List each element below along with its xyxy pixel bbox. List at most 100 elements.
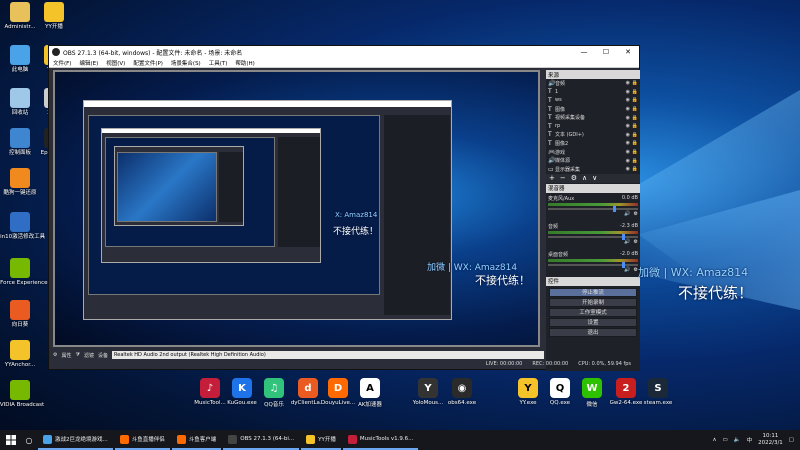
speaker-icon[interactable]: 🔊 xyxy=(624,239,630,245)
volume-slider-knob[interactable] xyxy=(621,233,625,240)
sources-list[interactable]: 🔊 音频 ◉ 🔒 T 1 ◉ 🔒 Tws ◉ 🔒 T 图像 ◉ 🔒 T 视频采集设备 ◉ 🔒 Trp ◉ 🔒 T 文本 (GD… xyxy=(546,79,640,174)
control-button[interactable]: 设置 xyxy=(549,317,637,327)
desktop-icon[interactable]: GeForce Experience xyxy=(0,258,47,286)
taskbar-item[interactable]: MusicTools v1.9.6... xyxy=(342,430,419,450)
volume-slider-knob[interactable] xyxy=(612,205,616,212)
menu-scene-collection[interactable]: 场景集合(S) xyxy=(167,59,205,67)
eye-icon[interactable]: ◉ xyxy=(626,123,630,129)
eye-icon[interactable]: ◉ xyxy=(626,140,630,146)
app-shortcut[interactable]: ◉ obs64.exe xyxy=(444,378,480,406)
volume-icon[interactable]: 🔈 xyxy=(734,437,741,443)
source-item[interactable]: T 图像2 ◉ 🔒 xyxy=(546,139,640,148)
taskbar-item[interactable]: 斗鱼直播伴侣 xyxy=(114,430,170,450)
eye-icon[interactable]: ◉ xyxy=(626,89,630,95)
source-item[interactable]: 🔊 媒体源 ◉ 🔒 xyxy=(546,156,640,165)
device-select[interactable]: Realtek HD Audio 2nd output (Realtek Hig… xyxy=(112,351,544,359)
source-item[interactable]: Tws ◉ 🔒 xyxy=(546,96,640,105)
volume-slider-knob[interactable] xyxy=(621,261,625,268)
eye-icon[interactable]: ◉ xyxy=(626,115,630,121)
chevron-up-icon[interactable]: ∧ xyxy=(712,437,716,443)
desktop-icon[interactable]: Administr... xyxy=(2,2,38,30)
lock-icon[interactable]: 🔒 xyxy=(632,132,638,138)
taskbar-item[interactable]: YY开播 xyxy=(301,430,341,450)
add-source-button[interactable]: + xyxy=(549,174,555,182)
obs-titlebar[interactable]: OBS 27.1.3 (64-bit, windows) - 配置文件: 未命名… xyxy=(49,46,639,58)
app-shortcut[interactable]: Y YoloMous... xyxy=(410,378,446,406)
search-icon[interactable]: ○ xyxy=(22,436,36,445)
volume-slider[interactable] xyxy=(548,261,638,268)
app-shortcut[interactable]: A AK加速器 xyxy=(352,378,388,408)
move-up-button[interactable]: ∧ xyxy=(582,174,587,182)
control-button[interactable]: 工作室模式 xyxy=(549,307,637,317)
eye-icon[interactable]: ◉ xyxy=(626,97,630,103)
source-item[interactable]: T 1 ◉ 🔒 xyxy=(546,88,640,97)
lock-icon[interactable]: 🔒 xyxy=(632,80,638,86)
speaker-icon[interactable]: 🔊 xyxy=(624,267,630,273)
app-shortcut[interactable]: Y YY.exe xyxy=(510,378,546,406)
menu-view[interactable]: 视图(V) xyxy=(102,59,129,67)
remove-source-button[interactable]: − xyxy=(560,174,566,182)
gear-icon[interactable]: ⚙ xyxy=(53,352,57,358)
maximize-icon[interactable]: ☐ xyxy=(595,46,617,58)
taskbar-item[interactable]: 激战2巨龙绝境游戏... xyxy=(38,430,113,450)
close-icon[interactable]: ✕ xyxy=(617,46,639,58)
source-item[interactable]: T 图像 ◉ 🔒 xyxy=(546,105,640,114)
eye-icon[interactable]: ◉ xyxy=(626,166,630,172)
app-shortcut[interactable]: ♫ QQ音乐 xyxy=(256,378,292,408)
desktop-icon[interactable]: Win10激活修改工具 xyxy=(0,212,45,240)
app-shortcut[interactable]: ♪ MusicTool... xyxy=(192,378,228,406)
gear-icon[interactable]: ⚙ xyxy=(634,239,638,245)
desktop-icon[interactable]: 向日葵 xyxy=(2,300,38,328)
clock[interactable]: 10:11 2022/3/1 xyxy=(758,433,783,446)
ime-icon[interactable]: 中 xyxy=(747,436,753,444)
source-item[interactable]: ▭ 显示器采集 ◉ 🔒 xyxy=(546,165,640,174)
desktop-icon[interactable]: YYAnchor... xyxy=(2,340,38,368)
desktop-icon[interactable]: 控制面板 xyxy=(2,128,38,156)
desktop-icon[interactable]: 酷狗一键还原 xyxy=(2,168,38,196)
volume-slider[interactable] xyxy=(548,205,638,212)
desktop-icon[interactable]: YY开播 xyxy=(36,2,72,30)
app-shortcut[interactable]: Q QQ.exe xyxy=(542,378,578,406)
source-settings-button[interactable]: ⚙ xyxy=(571,174,577,182)
source-item[interactable]: T 文本 (GDI+) ◉ 🔒 xyxy=(546,131,640,140)
eye-icon[interactable]: ◉ xyxy=(626,158,630,164)
move-down-button[interactable]: ∨ xyxy=(592,174,597,182)
app-shortcut[interactable]: Ssteam.exe xyxy=(640,378,676,406)
source-item[interactable]: Trp ◉ 🔒 xyxy=(546,122,640,131)
source-item[interactable]: 🔊 音频 ◉ 🔒 xyxy=(546,79,640,88)
control-button[interactable]: 退出 xyxy=(549,327,637,337)
properties-button[interactable]: 属性 xyxy=(61,352,71,359)
source-item[interactable]: 🎮 游戏 ◉ 🔒 xyxy=(546,148,640,157)
lock-icon[interactable]: 🔒 xyxy=(632,149,638,155)
menu-file[interactable]: 文件(F) xyxy=(49,59,75,67)
speaker-icon[interactable]: 🔊 xyxy=(624,211,630,217)
app-shortcut[interactable]: K KuGou.exe xyxy=(224,378,260,406)
control-button[interactable]: 停止推流 xyxy=(549,287,637,297)
network-icon[interactable]: ▭ xyxy=(723,437,728,443)
start-button[interactable] xyxy=(0,430,22,450)
menu-edit[interactable]: 编辑(E) xyxy=(75,59,102,67)
source-item[interactable]: T 视频采集设备 ◉ 🔒 xyxy=(546,113,640,122)
eye-icon[interactable]: ◉ xyxy=(626,149,630,155)
eye-icon[interactable]: ◉ xyxy=(626,80,630,86)
app-shortcut[interactable]: 2 Gw2-64.exe xyxy=(608,378,644,406)
desktop-icon[interactable]: NVIDIA Broadcast xyxy=(0,380,44,408)
desktop-icon[interactable]: 此电脑 xyxy=(2,45,38,73)
gear-icon[interactable]: ⚙ xyxy=(634,211,638,217)
menu-profile[interactable]: 配置文件(P) xyxy=(129,59,167,67)
taskbar-item[interactable]: 斗鱼客户端 xyxy=(171,430,222,450)
filter-icon[interactable]: ⧩ xyxy=(76,352,80,358)
control-button[interactable]: 开始录制 xyxy=(549,297,637,307)
lock-icon[interactable]: 🔒 xyxy=(632,123,638,129)
notification-icon[interactable]: ▢ xyxy=(789,437,794,443)
menu-help[interactable]: 帮助(H) xyxy=(231,59,258,67)
lock-icon[interactable]: 🔒 xyxy=(632,106,638,112)
minimize-icon[interactable]: — xyxy=(573,46,595,58)
lock-icon[interactable]: 🔒 xyxy=(632,115,638,121)
lock-icon[interactable]: 🔒 xyxy=(632,166,638,172)
lock-icon[interactable]: 🔒 xyxy=(632,97,638,103)
desktop-icon[interactable]: 回收站 xyxy=(2,88,38,116)
filters-button[interactable]: 滤镜 xyxy=(84,352,94,359)
lock-icon[interactable]: 🔒 xyxy=(632,158,638,164)
eye-icon[interactable]: ◉ xyxy=(626,106,630,112)
